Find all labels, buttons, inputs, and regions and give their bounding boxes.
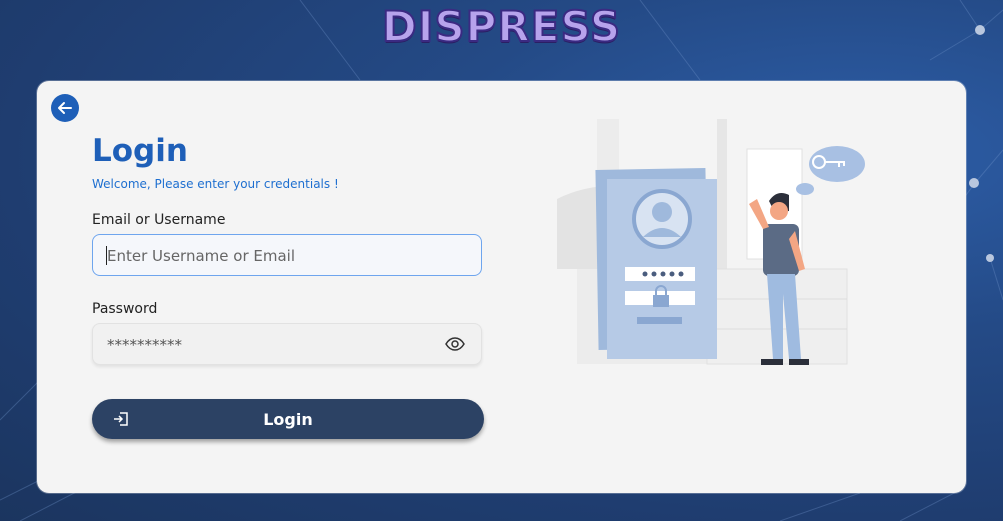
page-title: Login	[92, 133, 188, 169]
login-button-label: Login	[263, 409, 313, 429]
arrow-left-icon	[58, 102, 72, 114]
password-label: Password	[92, 301, 158, 317]
text-caret	[106, 246, 107, 265]
login-card: Login Welcome, Please enter your credent…	[37, 81, 966, 493]
password-field-wrapper	[92, 323, 482, 366]
page-subtitle: Welcome, Please enter your credentials !	[92, 177, 339, 191]
brand-logo: DISPRESS	[0, 1, 1003, 52]
eye-icon[interactable]	[445, 336, 465, 356]
back-button[interactable]	[51, 94, 79, 122]
email-field-wrapper	[92, 234, 482, 277]
email-input[interactable]	[105, 235, 439, 277]
brand-name: DISPRESS	[381, 1, 622, 52]
email-label: Email or Username	[92, 212, 226, 228]
sign-in-icon	[112, 410, 130, 432]
login-button[interactable]: Login	[92, 399, 484, 439]
login-illustration	[557, 119, 865, 365]
password-input[interactable]	[105, 324, 439, 366]
